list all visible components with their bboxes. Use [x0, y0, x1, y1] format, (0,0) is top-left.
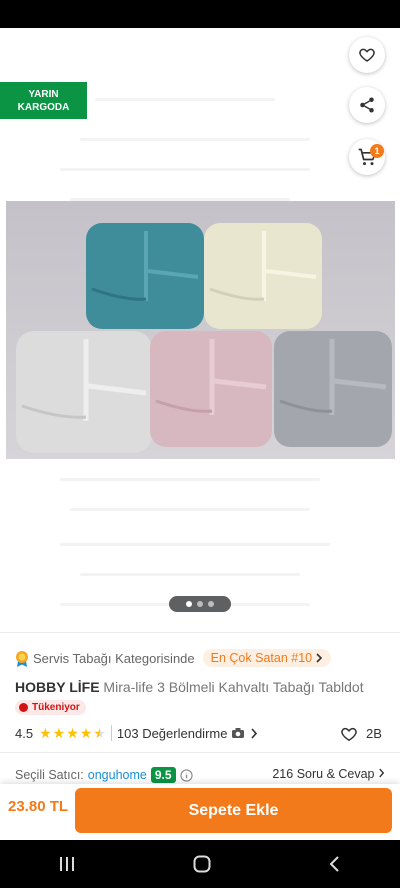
bestseller-label: En Çok Satan #10	[210, 651, 313, 665]
heart-icon	[341, 727, 357, 742]
chevron-right-icon	[379, 768, 385, 778]
star-icon: ★	[66, 725, 79, 741]
product-info: Servis Tabağı Kategorisinde En Çok Satan…	[0, 632, 400, 784]
star-icon: ★	[39, 725, 52, 741]
back-button[interactable]	[12, 40, 44, 72]
stock-badge: Tükeniyor	[15, 700, 86, 715]
rating-stars: ★ ★ ★ ★ ★	[39, 726, 106, 740]
cargo-line-2: KARGODA	[17, 102, 70, 113]
seller-row: Seçili Satıcı: onguhome 9.5	[15, 767, 193, 783]
clock-icon	[19, 703, 28, 712]
back-arrow-icon	[20, 49, 36, 63]
qa-label: 216 Soru & Cevap	[272, 767, 375, 781]
pagination-dot-2[interactable]	[197, 601, 203, 607]
chevron-right-icon	[316, 653, 323, 663]
camera-icon	[232, 728, 245, 738]
stock-label: Tükeniyor	[32, 702, 80, 713]
info-icon[interactable]	[179, 768, 193, 782]
category-text[interactable]: Servis Tabağı Kategorisinde	[33, 651, 195, 666]
product-name: Mira-life 3 Bölmeli Kahvaltı Tabağı Tabl…	[103, 679, 364, 695]
seller-label: Seçili Satıcı:	[15, 768, 84, 782]
favorite-button[interactable]	[349, 37, 385, 73]
back-icon[interactable]	[328, 855, 342, 873]
product-image[interactable]	[6, 201, 395, 459]
add-to-cart-button[interactable]: Sepete Ekle	[75, 788, 392, 833]
category-row: Servis Tabağı Kategorisinde En Çok Satan…	[15, 649, 332, 667]
seller-score: 9.5	[150, 767, 176, 783]
medal-icon	[15, 650, 29, 667]
status-bar	[0, 0, 400, 28]
like-count-value: 2B	[366, 726, 382, 741]
share-icon	[360, 97, 374, 113]
divider	[0, 752, 400, 753]
price: 23.80 TL	[8, 798, 69, 815]
star-icon: ★	[52, 725, 66, 741]
rating-row[interactable]: 4.5 ★ ★ ★ ★ ★ 103 Değerlendirme	[15, 725, 258, 741]
pagination-dot-3[interactable]	[208, 601, 214, 607]
seller-name[interactable]: onguhome	[88, 768, 147, 782]
review-count[interactable]: 103 Değerlendirme	[117, 726, 228, 741]
heart-icon	[359, 48, 375, 62]
share-button[interactable]	[349, 87, 385, 123]
like-count[interactable]: 2B	[340, 725, 382, 742]
separator	[110, 725, 112, 741]
chevron-right-icon	[251, 727, 258, 739]
cart-button[interactable]: 1	[349, 139, 385, 175]
half-star-icon: ★	[93, 725, 106, 741]
cargo-badge: YARIN KARGODA	[0, 82, 87, 119]
bottom-bar: 23.80 TL Sepete Ekle	[0, 784, 400, 840]
pagination-dot-1[interactable]	[186, 601, 192, 607]
menu-icon[interactable]	[58, 856, 76, 872]
bestseller-badge[interactable]: En Çok Satan #10	[202, 649, 332, 667]
gallery-pagination[interactable]	[169, 596, 231, 612]
qa-link[interactable]: 216 Soru & Cevap	[272, 767, 385, 781]
system-nav-bar	[0, 840, 400, 888]
brand-name[interactable]: HOBBY LİFE	[15, 679, 100, 695]
home-icon[interactable]	[193, 855, 211, 873]
cart-count-badge: 1	[370, 144, 384, 158]
star-icon: ★	[79, 725, 93, 741]
cargo-line-1: YARIN	[28, 89, 59, 100]
rating-score: 4.5	[15, 725, 34, 741]
product-title: HOBBY LİFE Mira-life 3 Bölmeli Kahvaltı …	[15, 679, 364, 695]
